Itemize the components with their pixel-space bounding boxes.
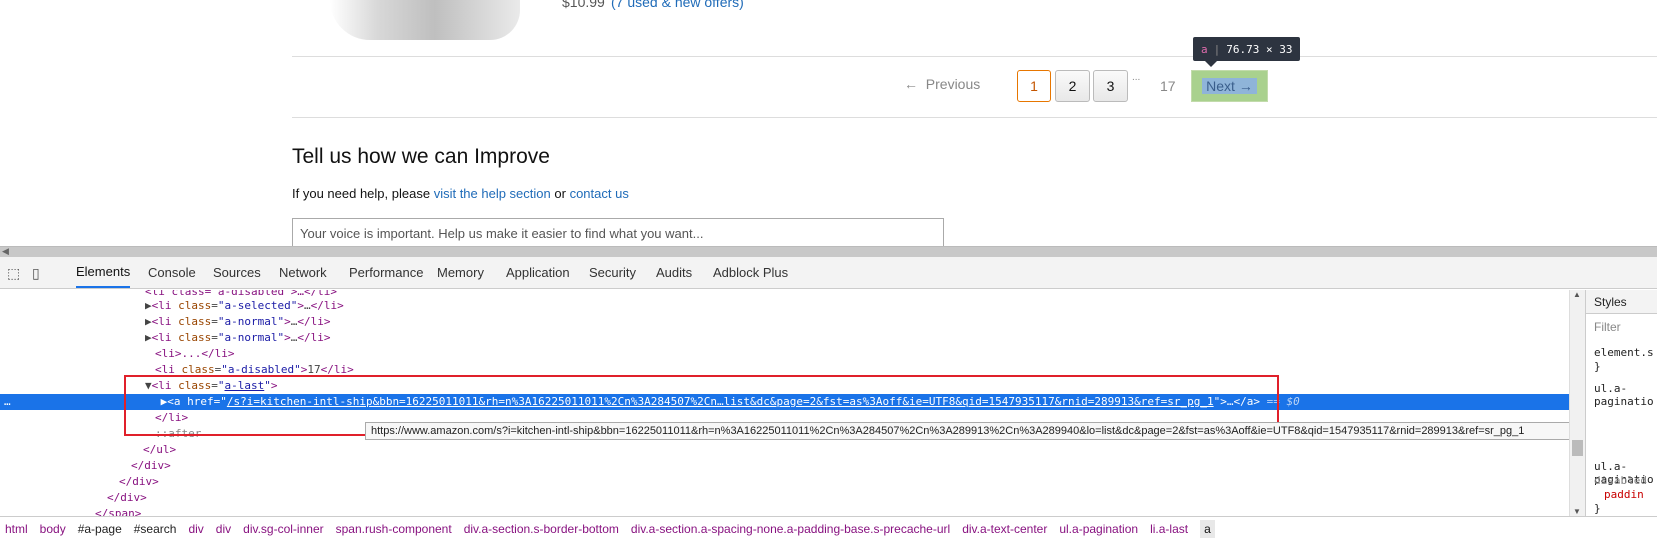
page-2-button[interactable]: 2 (1055, 70, 1090, 102)
device-toolbar-icon[interactable]: ▯ (32, 265, 40, 282)
style-prop: paddin (1604, 488, 1644, 501)
style-rule-close: } (1594, 360, 1601, 373)
product-image[interactable] (330, 0, 520, 40)
tab-network[interactable]: Network (279, 257, 327, 288)
dom-node[interactable]: </div> (107, 490, 147, 506)
breadcrumb-item[interactable]: div (188, 522, 203, 536)
tab-elements[interactable]: Elements (76, 257, 131, 288)
tab-styles[interactable]: Styles (1586, 290, 1657, 314)
breadcrumb-item[interactable]: div.a-section.a-spacing-none.a-padding-b… (631, 522, 950, 536)
breadcrumb-item[interactable]: body (40, 522, 66, 536)
dom-node[interactable]: </span> (95, 506, 141, 516)
arrow-left-icon: ← (904, 76, 918, 92)
tab-performance[interactable]: Performance (349, 257, 423, 288)
style-rule-close: } (1594, 502, 1601, 515)
help-section-link[interactable]: visit the help section (434, 186, 551, 201)
dom-vertical-scrollbar[interactable]: ▲ ▼ (1569, 290, 1585, 516)
breadcrumb-item[interactable]: span.rush-component (336, 522, 452, 536)
dom-node[interactable]: ▶<li class="a-selected">…</li> (145, 298, 344, 314)
style-rule: disabled (1594, 474, 1647, 487)
dom-node[interactable]: ▶<li class="a-normal">…</li> (145, 314, 330, 330)
improve-heading: Tell us how we can Improve (292, 145, 550, 168)
devtools-tab-bar: ⬚ ▯ Elements Console Sources Network Per… (0, 257, 1657, 289)
dom-node[interactable]: ▶<li class="a-normal">…</li> (145, 330, 330, 346)
style-rule: ul.a-paginatio (1594, 382, 1654, 408)
page-1-button[interactable]: 1 (1017, 70, 1051, 102)
breadcrumb-item[interactable]: ul.a-pagination (1059, 522, 1138, 536)
tab-sources[interactable]: Sources (213, 257, 261, 288)
page-17-label: 17 (1160, 78, 1176, 94)
breadcrumb-item[interactable]: div.sg-col-inner (243, 522, 323, 536)
inspect-tooltip: a | 76.73 × 33 (1193, 37, 1301, 61)
tab-security[interactable]: Security (589, 257, 636, 288)
offers-link[interactable]: (7 used & new offers) (611, 0, 744, 10)
product-price: $10.99 (562, 0, 605, 10)
breadcrumb-item-current[interactable]: a (1200, 520, 1215, 538)
tab-console[interactable]: Console (148, 257, 196, 288)
next-page-button[interactable]: Next → (1191, 70, 1268, 102)
tab-memory[interactable]: Memory (437, 257, 484, 288)
horizontal-scrollbar[interactable]: ◀ (0, 246, 1657, 257)
scroll-up-icon[interactable]: ▲ (1573, 290, 1581, 299)
dom-node[interactable]: <li>...</li> (155, 346, 234, 362)
breadcrumb-item[interactable]: html (5, 522, 28, 536)
breadcrumb: html body #a-page #search div div div.sg… (0, 516, 1657, 541)
breadcrumb-item[interactable]: #search (134, 522, 177, 536)
divider (292, 117, 1657, 118)
dom-node[interactable]: </ul> (143, 442, 176, 458)
breadcrumb-item[interactable]: div.a-section.s-border-bottom (464, 522, 619, 536)
breadcrumb-item[interactable]: li.a-last (1150, 522, 1188, 536)
divider (292, 56, 1657, 57)
breadcrumb-item[interactable]: div.a-text-center (962, 522, 1047, 536)
tooltip-arrow (1205, 61, 1217, 67)
tab-application[interactable]: Application (506, 257, 570, 288)
styles-pane: Styles Filter element.s } ul.a-paginatio… (1585, 290, 1657, 516)
style-rule: element.s (1594, 346, 1654, 359)
scroll-down-icon[interactable]: ▼ (1573, 507, 1581, 516)
feedback-input[interactable]: Your voice is important. Help us make it… (292, 218, 944, 246)
tab-audits[interactable]: Audits (656, 257, 692, 288)
tab-adblock-plus[interactable]: Adblock Plus (713, 257, 788, 288)
arrow-right-icon: → (1238, 78, 1253, 94)
scroll-left-icon[interactable]: ◀ (2, 246, 9, 257)
scrollbar-thumb[interactable] (1572, 440, 1583, 456)
styles-filter-input[interactable]: Filter (1594, 320, 1621, 334)
dom-node[interactable]: </div> (131, 458, 171, 474)
breadcrumb-item[interactable]: #a-page (78, 522, 122, 536)
dom-node[interactable]: </div> (119, 474, 159, 490)
page-3-button[interactable]: 3 (1093, 70, 1128, 102)
url-tooltip: https://www.amazon.com/s?i=kitchen-intl-… (365, 422, 1641, 440)
pagination-ellipsis: ... (1132, 72, 1141, 83)
pagination-previous[interactable]: ← Previous (904, 76, 980, 92)
inspect-element-icon[interactable]: ⬚ (7, 265, 20, 282)
contact-us-link[interactable]: contact us (570, 186, 629, 201)
breadcrumb-item[interactable]: div (216, 522, 231, 536)
help-text: If you need help, please visit the help … (292, 186, 629, 201)
